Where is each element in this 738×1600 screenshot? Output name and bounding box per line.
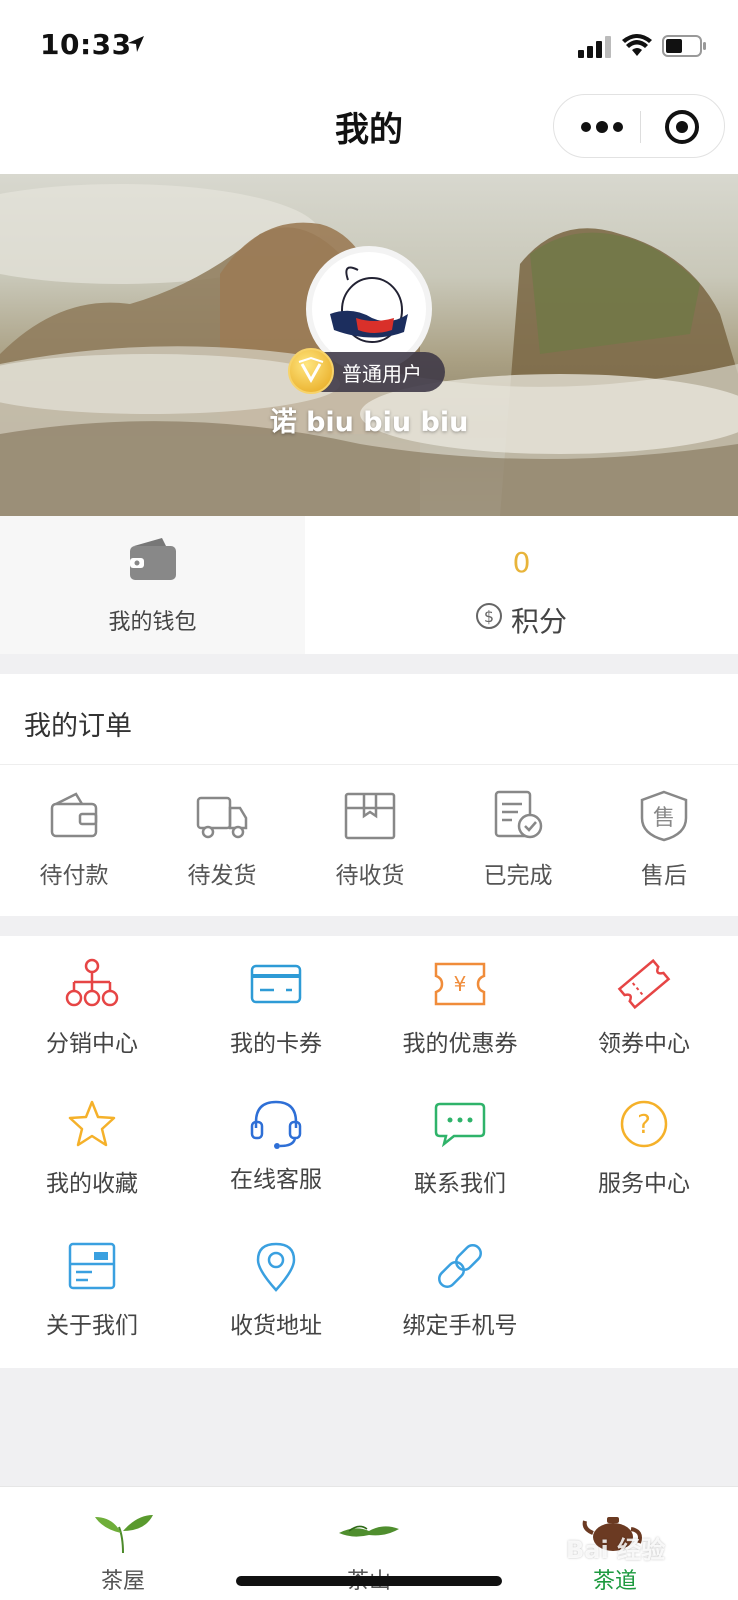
- checked-doc-icon: [494, 790, 543, 839]
- svg-text:售: 售: [653, 806, 675, 831]
- service-label: 领券中心: [598, 1031, 690, 1057]
- tab-tea-house[interactable]: 茶屋: [0, 1487, 246, 1600]
- tea-sprout-icon: [95, 1515, 153, 1554]
- service-label: 绑定手机号: [402, 1313, 518, 1339]
- order-pending-payment[interactable]: 待付款: [0, 774, 148, 904]
- location-arrow-icon: [128, 36, 144, 52]
- link-icon: [438, 1244, 482, 1288]
- coupon-center[interactable]: 领券中心: [552, 936, 736, 1076]
- my-coupons[interactable]: ¥ 我的优惠券: [368, 936, 552, 1076]
- star-icon: [68, 1100, 116, 1147]
- network-icon: [65, 958, 119, 1007]
- ticket-icon: [617, 958, 671, 1010]
- service-label: 分销中心: [46, 1031, 138, 1057]
- service-label: 在线客服: [230, 1167, 322, 1193]
- coupon-icon: ¥: [434, 962, 486, 1006]
- dollar-coin-icon: $: [476, 603, 502, 629]
- points-label: 积分: [511, 605, 568, 638]
- order-label: 已完成: [483, 863, 553, 889]
- status-bar: 10:33: [0, 0, 738, 88]
- orders-section: 我的订单 待付款 待发货 待收货 已完成 售 售后: [0, 674, 738, 916]
- miniprogram-capsule: [553, 94, 725, 158]
- profile-banner: 普通用户 诺 biu biu biu: [0, 174, 738, 516]
- my-favorites[interactable]: 我的收藏: [0, 1076, 184, 1216]
- watermark: Bai 经验: [566, 1536, 666, 1564]
- battery-icon: [662, 35, 706, 57]
- svg-text:?: ?: [637, 1110, 651, 1140]
- tea-leaves-icon: [339, 1525, 399, 1537]
- order-pending-receipt[interactable]: 待收货: [296, 774, 444, 904]
- about-us[interactable]: 关于我们: [0, 1218, 184, 1358]
- close-miniprogram-icon[interactable]: [662, 107, 702, 147]
- home-indicator: [236, 1576, 502, 1586]
- divider: [0, 764, 738, 765]
- capsule-divider: [640, 111, 641, 143]
- wifi-icon: [622, 34, 652, 56]
- service-center[interactable]: ? 服务中心: [552, 1076, 736, 1216]
- more-icon[interactable]: [580, 115, 624, 139]
- online-service[interactable]: 在线客服: [184, 1076, 368, 1216]
- cellular-signal-icon: [578, 36, 611, 58]
- status-time: 10:33: [40, 28, 132, 61]
- wallet-icon: [130, 538, 176, 580]
- points-value: 0: [512, 546, 531, 579]
- shield-icon: 售: [640, 790, 688, 842]
- distribution-center[interactable]: 分销中心: [0, 936, 184, 1076]
- svg-text:¥: ¥: [454, 972, 467, 996]
- tab-label: 茶道: [592, 1569, 637, 1594]
- service-label: 我的卡券: [230, 1031, 322, 1057]
- order-label: 待付款: [39, 863, 109, 889]
- truck-icon: [196, 796, 248, 839]
- order-after-sales[interactable]: 售 售后: [590, 774, 738, 904]
- location-icon: [256, 1242, 296, 1292]
- services-grid: 分销中心 我的卡券 ¥ 我的优惠券 领券中心 我的收藏 在线客服 联系我们 ? …: [0, 936, 738, 1368]
- box-icon: [344, 792, 396, 840]
- chat-icon: [434, 1102, 486, 1148]
- wallet-points-row: 我的钱包 0 $ 积分: [0, 516, 738, 654]
- user-level-badge: 普通用户: [288, 348, 445, 394]
- service-label: 我的优惠券: [402, 1031, 518, 1057]
- shipping-address[interactable]: 收货地址: [184, 1218, 368, 1358]
- contact-us[interactable]: 联系我们: [368, 1076, 552, 1216]
- service-label: 关于我们: [46, 1313, 138, 1339]
- username: 诺 biu biu biu: [269, 407, 469, 438]
- vip-badge-icon: [288, 348, 334, 394]
- nav-bar: 我的: [0, 88, 738, 174]
- order-pending-shipment[interactable]: 待发货: [148, 774, 296, 904]
- card-icon: [250, 964, 302, 1004]
- order-completed[interactable]: 已完成: [444, 774, 592, 904]
- points-button[interactable]: 0 $ 积分: [305, 516, 738, 654]
- svg-text:$: $: [484, 607, 494, 626]
- my-wallet-button[interactable]: 我的钱包: [0, 516, 305, 654]
- question-icon: ?: [620, 1100, 668, 1148]
- service-label: 服务中心: [598, 1171, 690, 1197]
- order-label: 待收货: [335, 863, 405, 889]
- tab-label: 茶屋: [100, 1569, 145, 1594]
- service-label: 收货地址: [230, 1313, 322, 1339]
- service-label: 联系我们: [414, 1171, 506, 1197]
- order-label: 售后: [641, 863, 687, 889]
- about-card-icon: [68, 1242, 116, 1290]
- wallet-icon: [50, 792, 98, 838]
- order-label: 待发货: [187, 863, 257, 889]
- headset-icon: [250, 1100, 302, 1149]
- my-cards[interactable]: 我的卡券: [184, 936, 368, 1076]
- bind-phone[interactable]: 绑定手机号: [368, 1218, 552, 1358]
- service-label: 我的收藏: [46, 1171, 138, 1197]
- orders-title[interactable]: 我的订单: [24, 704, 132, 743]
- user-level-text: 普通用户: [342, 362, 422, 386]
- my-wallet-label: 我的钱包: [108, 610, 197, 635]
- avatar-character-icon: [330, 266, 408, 343]
